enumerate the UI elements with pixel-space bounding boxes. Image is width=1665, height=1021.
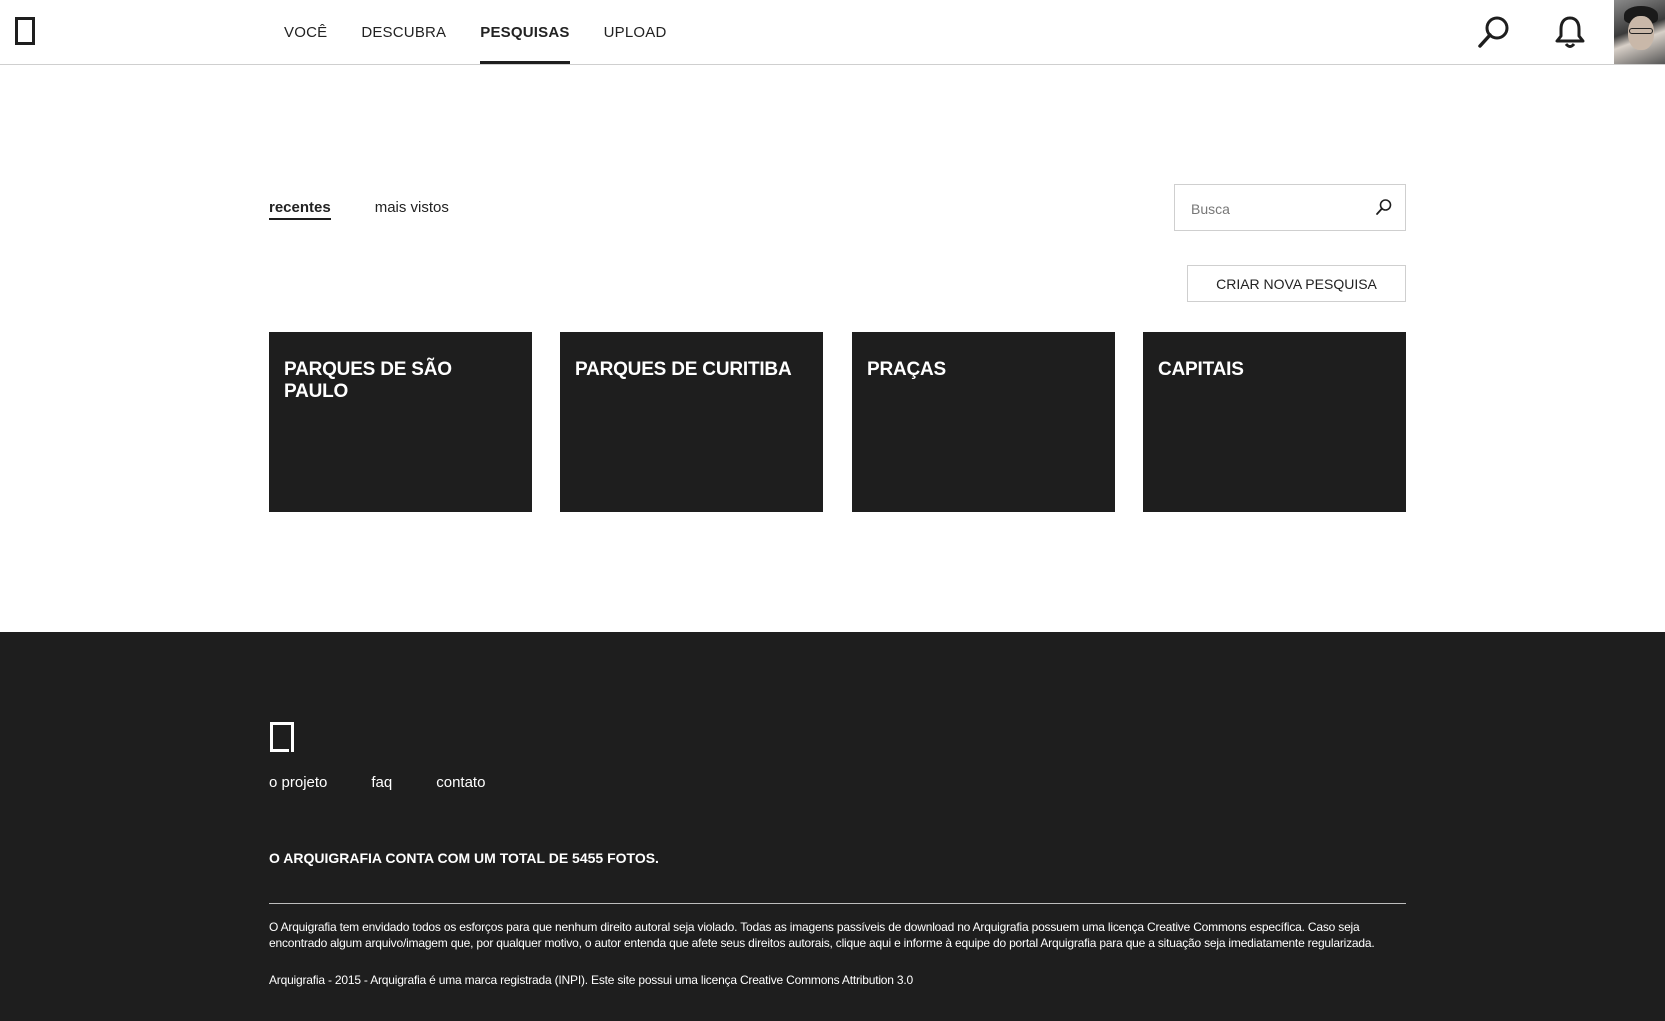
avatar-glasses [1629,28,1653,34]
search-icon[interactable] [1476,14,1512,50]
footer: o projeto faq contato O ARQUIGRAFIA CONT… [0,632,1665,1021]
copyright-disclaimer: O Arquigrafia tem envidado todos os esfo… [269,920,1375,950]
avatar[interactable] [1614,0,1665,64]
research-card-title: CAPITAIS [1158,359,1244,380]
main-nav: VOCÊ DESCUBRA PESQUISAS UPLOAD [284,0,700,64]
research-card[interactable]: CAPITAIS [1143,332,1406,512]
nav-item-upload[interactable]: UPLOAD [604,0,667,64]
footer-links: o projeto faq contato [269,774,529,791]
footer-divider [269,903,1406,904]
create-research-button[interactable]: CRIAR NOVA PESQUISA [1187,265,1406,302]
research-card-title: PARQUES DE CURITIBA [575,359,792,380]
search-box [1174,184,1406,231]
research-card[interactable]: PARQUES DE CURITIBA [560,332,823,512]
tab-mais-vistos[interactable]: mais vistos [375,199,449,220]
bell-icon[interactable] [1552,14,1588,50]
footer-link-contato[interactable]: contato [436,774,485,791]
search-icon[interactable] [1375,198,1393,216]
footer-link-o-projeto[interactable]: o projeto [269,774,327,791]
footer-link-faq[interactable]: faq [371,774,392,791]
tab-recentes[interactable]: recentes [269,199,331,220]
research-cards: PARQUES DE SÃO PAULO PARQUES DE CURITIBA… [269,332,1406,512]
research-card-title: PARQUES DE SÃO PAULO [284,359,452,402]
nav-item-voce[interactable]: VOCÊ [284,0,327,64]
footer-copyright: Arquigrafia - 2015 - Arquigrafia é uma m… [269,973,913,987]
search-input[interactable] [1189,197,1363,221]
sort-tabs: recentes mais vistos [269,199,493,220]
photo-total: O ARQUIGRAFIA CONTA COM UM TOTAL DE 5455… [269,850,659,866]
top-navigation-bar: VOCÊ DESCUBRA PESQUISAS UPLOAD [0,0,1665,65]
nav-item-pesquisas[interactable]: PESQUISAS [480,0,570,64]
nav-item-descubra[interactable]: DESCUBRA [361,0,446,64]
research-card[interactable]: PRAÇAS [852,332,1115,512]
research-card[interactable]: PARQUES DE SÃO PAULO [269,332,532,512]
logo[interactable] [15,17,35,45]
research-card-title: PRAÇAS [867,359,947,380]
footer-logo[interactable] [270,722,294,752]
